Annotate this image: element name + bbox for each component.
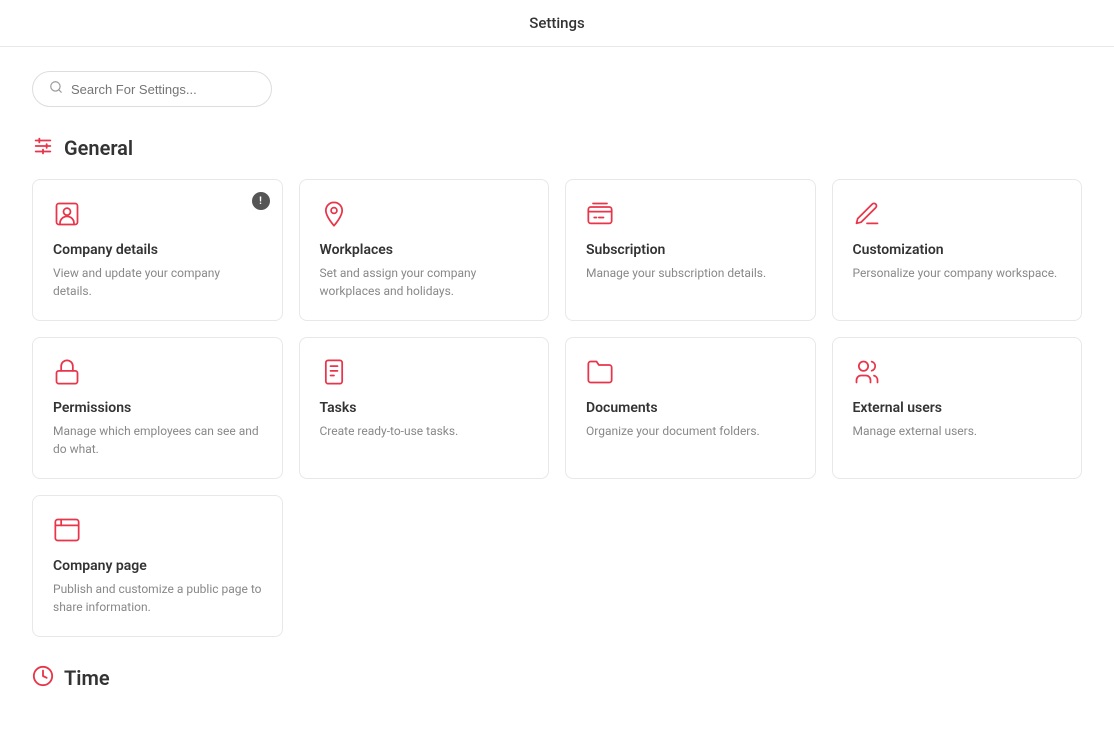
permissions-desc: Manage which employees can see and do wh… [53, 422, 262, 458]
permissions-icon [53, 358, 262, 390]
company-page-icon [53, 516, 262, 548]
card-customization[interactable]: Customization Personalize your company w… [832, 179, 1083, 321]
company-details-title: Company details [53, 242, 262, 258]
company-details-desc: View and update your company details. [53, 264, 262, 300]
top-bar: Settings [0, 0, 1114, 47]
section-header-general: General [32, 135, 1082, 161]
card-company-details[interactable]: ! Company details View and update your c… [32, 179, 283, 321]
card-company-page[interactable]: Company page Publish and customize a pub… [32, 495, 283, 637]
tasks-desc: Create ready-to-use tasks. [320, 422, 529, 440]
subscription-title: Subscription [586, 242, 795, 258]
card-permissions[interactable]: Permissions Manage which employees can s… [32, 337, 283, 479]
time-section-icon [32, 665, 54, 691]
customization-title: Customization [853, 242, 1062, 258]
card-workplaces[interactable]: Workplaces Set and assign your company w… [299, 179, 550, 321]
tasks-title: Tasks [320, 400, 529, 416]
search-icon [49, 80, 63, 98]
section-title-time: Time [64, 666, 110, 690]
subscription-icon [586, 200, 795, 232]
general-row-1: ! Company details View and update your c… [32, 179, 1082, 321]
section-time: Time [32, 665, 1082, 691]
page-title: Settings [529, 14, 585, 32]
external-users-desc: Manage external users. [853, 422, 1062, 440]
subscription-desc: Manage your subscription details. [586, 264, 795, 282]
section-general: General ! Company details View and updat… [32, 135, 1082, 637]
section-title-general: General [64, 136, 133, 160]
notification-badge: ! [252, 192, 270, 210]
company-page-desc: Publish and customize a public page to s… [53, 580, 262, 616]
documents-title: Documents [586, 400, 795, 416]
documents-icon [586, 358, 795, 390]
company-page-title: Company page [53, 558, 262, 574]
general-section-icon [32, 135, 54, 161]
card-subscription[interactable]: Subscription Manage your subscription de… [565, 179, 816, 321]
card-external-users[interactable]: External users Manage external users. [832, 337, 1083, 479]
customization-desc: Personalize your company workspace. [853, 264, 1062, 282]
card-tasks[interactable]: Tasks Create ready-to-use tasks. [299, 337, 550, 479]
general-row-2: Permissions Manage which employees can s… [32, 337, 1082, 479]
section-header-time: Time [32, 665, 1082, 691]
general-row-extra: Company page Publish and customize a pub… [32, 495, 1082, 637]
search-box[interactable] [32, 71, 272, 107]
search-wrapper [32, 71, 1082, 107]
external-users-icon [853, 358, 1062, 390]
customization-icon [853, 200, 1062, 232]
workplaces-icon [320, 200, 529, 232]
workplaces-title: Workplaces [320, 242, 529, 258]
external-users-title: External users [853, 400, 1062, 416]
workplaces-desc: Set and assign your company workplaces a… [320, 264, 529, 300]
search-input[interactable] [71, 82, 255, 97]
company-details-icon [53, 200, 262, 232]
documents-desc: Organize your document folders. [586, 422, 795, 440]
tasks-icon [320, 358, 529, 390]
card-documents[interactable]: Documents Organize your document folders… [565, 337, 816, 479]
permissions-title: Permissions [53, 400, 262, 416]
